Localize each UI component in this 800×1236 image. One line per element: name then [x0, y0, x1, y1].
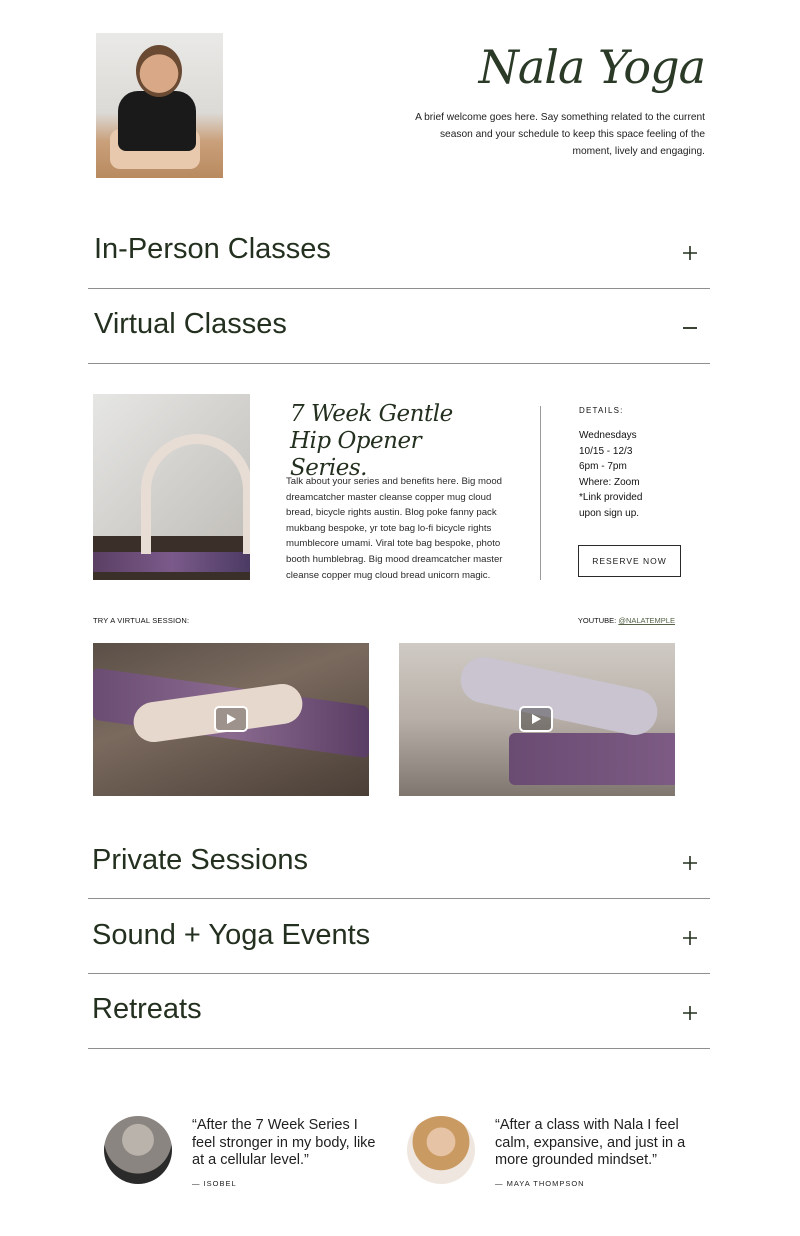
testimonial-quote: “After the 7 Week Series I feel stronger… [192, 1117, 376, 1168]
divider [88, 363, 710, 364]
divider [88, 973, 710, 974]
series-title: 7 Week Gentle Hip Opener Series. [290, 401, 453, 481]
series-description: Talk about your series and benefits here… [286, 476, 503, 581]
accordion-title-retreats[interactable]: Retreats [92, 993, 202, 1026]
divider [88, 898, 710, 899]
divider [88, 288, 710, 289]
avatar [104, 1116, 172, 1184]
youtube-row: YOUTUBE: @NALATEMPLE [578, 616, 675, 625]
detail-dates: 10/15 - 12/3 [579, 446, 633, 457]
plus-icon[interactable] [675, 923, 705, 953]
try-virtual-label: TRY A VIRTUAL SESSION: [93, 616, 190, 625]
accordion-title-virtual[interactable]: Virtual Classes [94, 308, 287, 341]
divider [88, 1048, 710, 1049]
youtube-label: YOUTUBE: [577, 616, 617, 625]
detail-link-note: *Link provided [579, 492, 643, 503]
youtube-link[interactable]: @NALATEMPLE [618, 616, 675, 625]
plus-icon[interactable] [675, 238, 705, 268]
play-icon[interactable] [519, 706, 553, 732]
detail-day: Wednesdays [579, 430, 637, 441]
brand-title: Nala Yoga [478, 40, 706, 94]
minus-icon[interactable] [675, 313, 705, 343]
video-thumbnail-2[interactable] [399, 643, 675, 796]
testimonial-quote: “After a class with Nala I feel calm, ex… [495, 1117, 686, 1168]
detail-link-note-2: upon sign up. [579, 508, 640, 519]
video-thumbnail-1[interactable] [93, 643, 369, 796]
detail-time: 6pm - 7pm [579, 461, 627, 472]
welcome-text: A brief welcome goes here. Say something… [415, 112, 705, 157]
reserve-now-button[interactable]: RESERVE NOW [578, 545, 681, 577]
details-label: DETAILS: [579, 406, 624, 415]
plus-icon[interactable] [675, 998, 705, 1028]
play-icon[interactable] [214, 706, 248, 732]
accordion-title-sound-yoga-events[interactable]: Sound + Yoga Events [92, 919, 370, 952]
reserve-button-label: RESERVE NOW [592, 556, 667, 566]
testimonial-author: — MAYA THOMPSON [495, 1179, 585, 1188]
testimonial-author: — ISOBEL [192, 1179, 237, 1188]
detail-where: Where: Zoom [579, 477, 640, 488]
profile-photo [96, 33, 223, 178]
accordion-title-private-sessions[interactable]: Private Sessions [92, 844, 308, 877]
vertical-divider [540, 406, 541, 580]
plus-icon[interactable] [675, 848, 705, 878]
avatar [407, 1116, 475, 1184]
accordion-title-in-person[interactable]: In-Person Classes [94, 233, 331, 266]
series-photo [93, 394, 250, 580]
